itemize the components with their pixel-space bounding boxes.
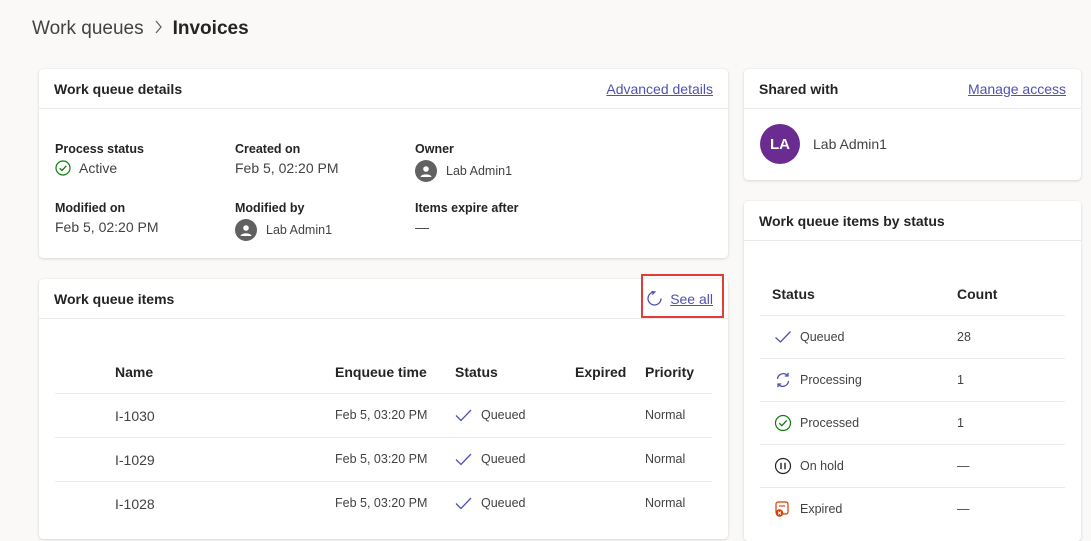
modified-by-value: Lab Admin1 <box>266 223 333 237</box>
item-name: I-1030 <box>115 408 155 424</box>
enqueue-time: Feb 5, 03:20 PM <box>335 496 428 510</box>
shared-user-name: Lab Admin1 <box>813 136 887 152</box>
status-name: Processing <box>800 373 862 387</box>
modified-on-value: Feb 5, 02:20 PM <box>55 219 159 235</box>
person-icon <box>235 219 257 241</box>
table-row[interactable]: I-1030 Feb 5, 03:20 PM Queued Normal <box>55 393 712 437</box>
column-header-priority[interactable]: Priority <box>645 364 694 380</box>
avatar-initials: LA <box>770 135 790 153</box>
enqueue-time: Feb 5, 03:20 PM <box>335 408 428 422</box>
avatar: LA <box>760 124 800 164</box>
created-on-value: Feb 5, 02:20 PM <box>235 160 339 176</box>
status-value: Queued <box>481 496 526 510</box>
status-name: Processed <box>800 416 860 430</box>
owner-label: Owner <box>415 142 454 156</box>
priority-value: Normal <box>645 408 686 422</box>
card-title: Work queue items <box>54 290 175 307</box>
processing-icon <box>774 371 792 389</box>
status-count: 1 <box>957 373 964 387</box>
breadcrumb: Work queues Invoices <box>32 18 249 40</box>
check-icon <box>455 497 472 510</box>
owner-value: Lab Admin1 <box>446 164 513 178</box>
manage-access-link[interactable]: Manage access <box>968 81 1066 97</box>
pause-circle-icon <box>774 457 792 475</box>
shared-with-card: Shared with Manage access LA Lab Admin1 <box>744 69 1081 180</box>
status-count: 1 <box>957 416 964 430</box>
breadcrumb-current: Invoices <box>172 18 249 39</box>
status-name: On hold <box>800 459 844 473</box>
modified-by-label: Modified by <box>235 201 305 215</box>
status-name: Queued <box>800 330 845 344</box>
see-all-highlight <box>641 274 724 318</box>
priority-value: Normal <box>645 496 686 510</box>
table-row[interactable]: I-1028 Feb 5, 03:20 PM Queued Normal <box>55 481 712 525</box>
status-row-processing: Processing 1 <box>760 358 1065 402</box>
created-on-label: Created on <box>235 142 301 156</box>
column-header-name[interactable]: Name <box>115 364 153 380</box>
status-count: 28 <box>957 330 971 344</box>
items-by-status-card: Work queue items by status Status Count … <box>744 201 1081 541</box>
status-value: Queued <box>481 408 526 422</box>
card-title: Shared with <box>759 80 839 97</box>
breadcrumb-work-queues[interactable]: Work queues <box>32 18 144 40</box>
priority-value: Normal <box>645 452 686 466</box>
status-row-on-hold: On hold — <box>760 444 1065 488</box>
status-row-queued: Queued 28 <box>760 315 1065 359</box>
work-queue-details-card: Work queue details Advanced details Proc… <box>39 69 728 258</box>
card-title: Work queue details <box>54 80 183 97</box>
work-queue-items-card: Work queue items See all Name Enqueue ti… <box>39 279 728 539</box>
check-circle-icon <box>774 414 792 432</box>
check-icon <box>455 453 472 466</box>
modified-on-label: Modified on <box>55 201 126 215</box>
status-row-expired: Expired — <box>760 487 1065 531</box>
column-header-status[interactable]: Status <box>455 364 498 380</box>
table-row[interactable]: I-1029 Feb 5, 03:20 PM Queued Normal <box>55 437 712 481</box>
items-expire-label: Items expire after <box>415 201 519 215</box>
person-icon <box>415 160 437 182</box>
enqueue-time: Feb 5, 03:20 PM <box>335 452 428 466</box>
check-icon <box>455 409 472 422</box>
column-header-status: Status <box>772 286 815 302</box>
status-count: — <box>957 459 970 473</box>
status-value: Queued <box>481 452 526 466</box>
advanced-details-link[interactable]: Advanced details <box>606 81 713 97</box>
chevron-right-icon <box>154 20 163 39</box>
check-icon <box>774 328 792 346</box>
process-status-label: Process status <box>55 142 144 156</box>
items-expire-value: — <box>415 219 429 235</box>
expired-icon <box>774 500 792 518</box>
card-title: Work queue items by status <box>759 212 945 229</box>
item-name: I-1029 <box>115 452 155 468</box>
column-header-expired[interactable]: Expired <box>575 364 626 380</box>
check-circle-icon <box>55 160 71 176</box>
item-name: I-1028 <box>115 496 155 512</box>
column-header-count: Count <box>957 286 998 302</box>
status-row-processed: Processed 1 <box>760 401 1065 445</box>
process-status-value: Active <box>79 160 118 176</box>
status-name: Expired <box>800 502 843 516</box>
column-header-enqueue-time[interactable]: Enqueue time <box>335 364 427 380</box>
status-count: — <box>957 502 970 516</box>
